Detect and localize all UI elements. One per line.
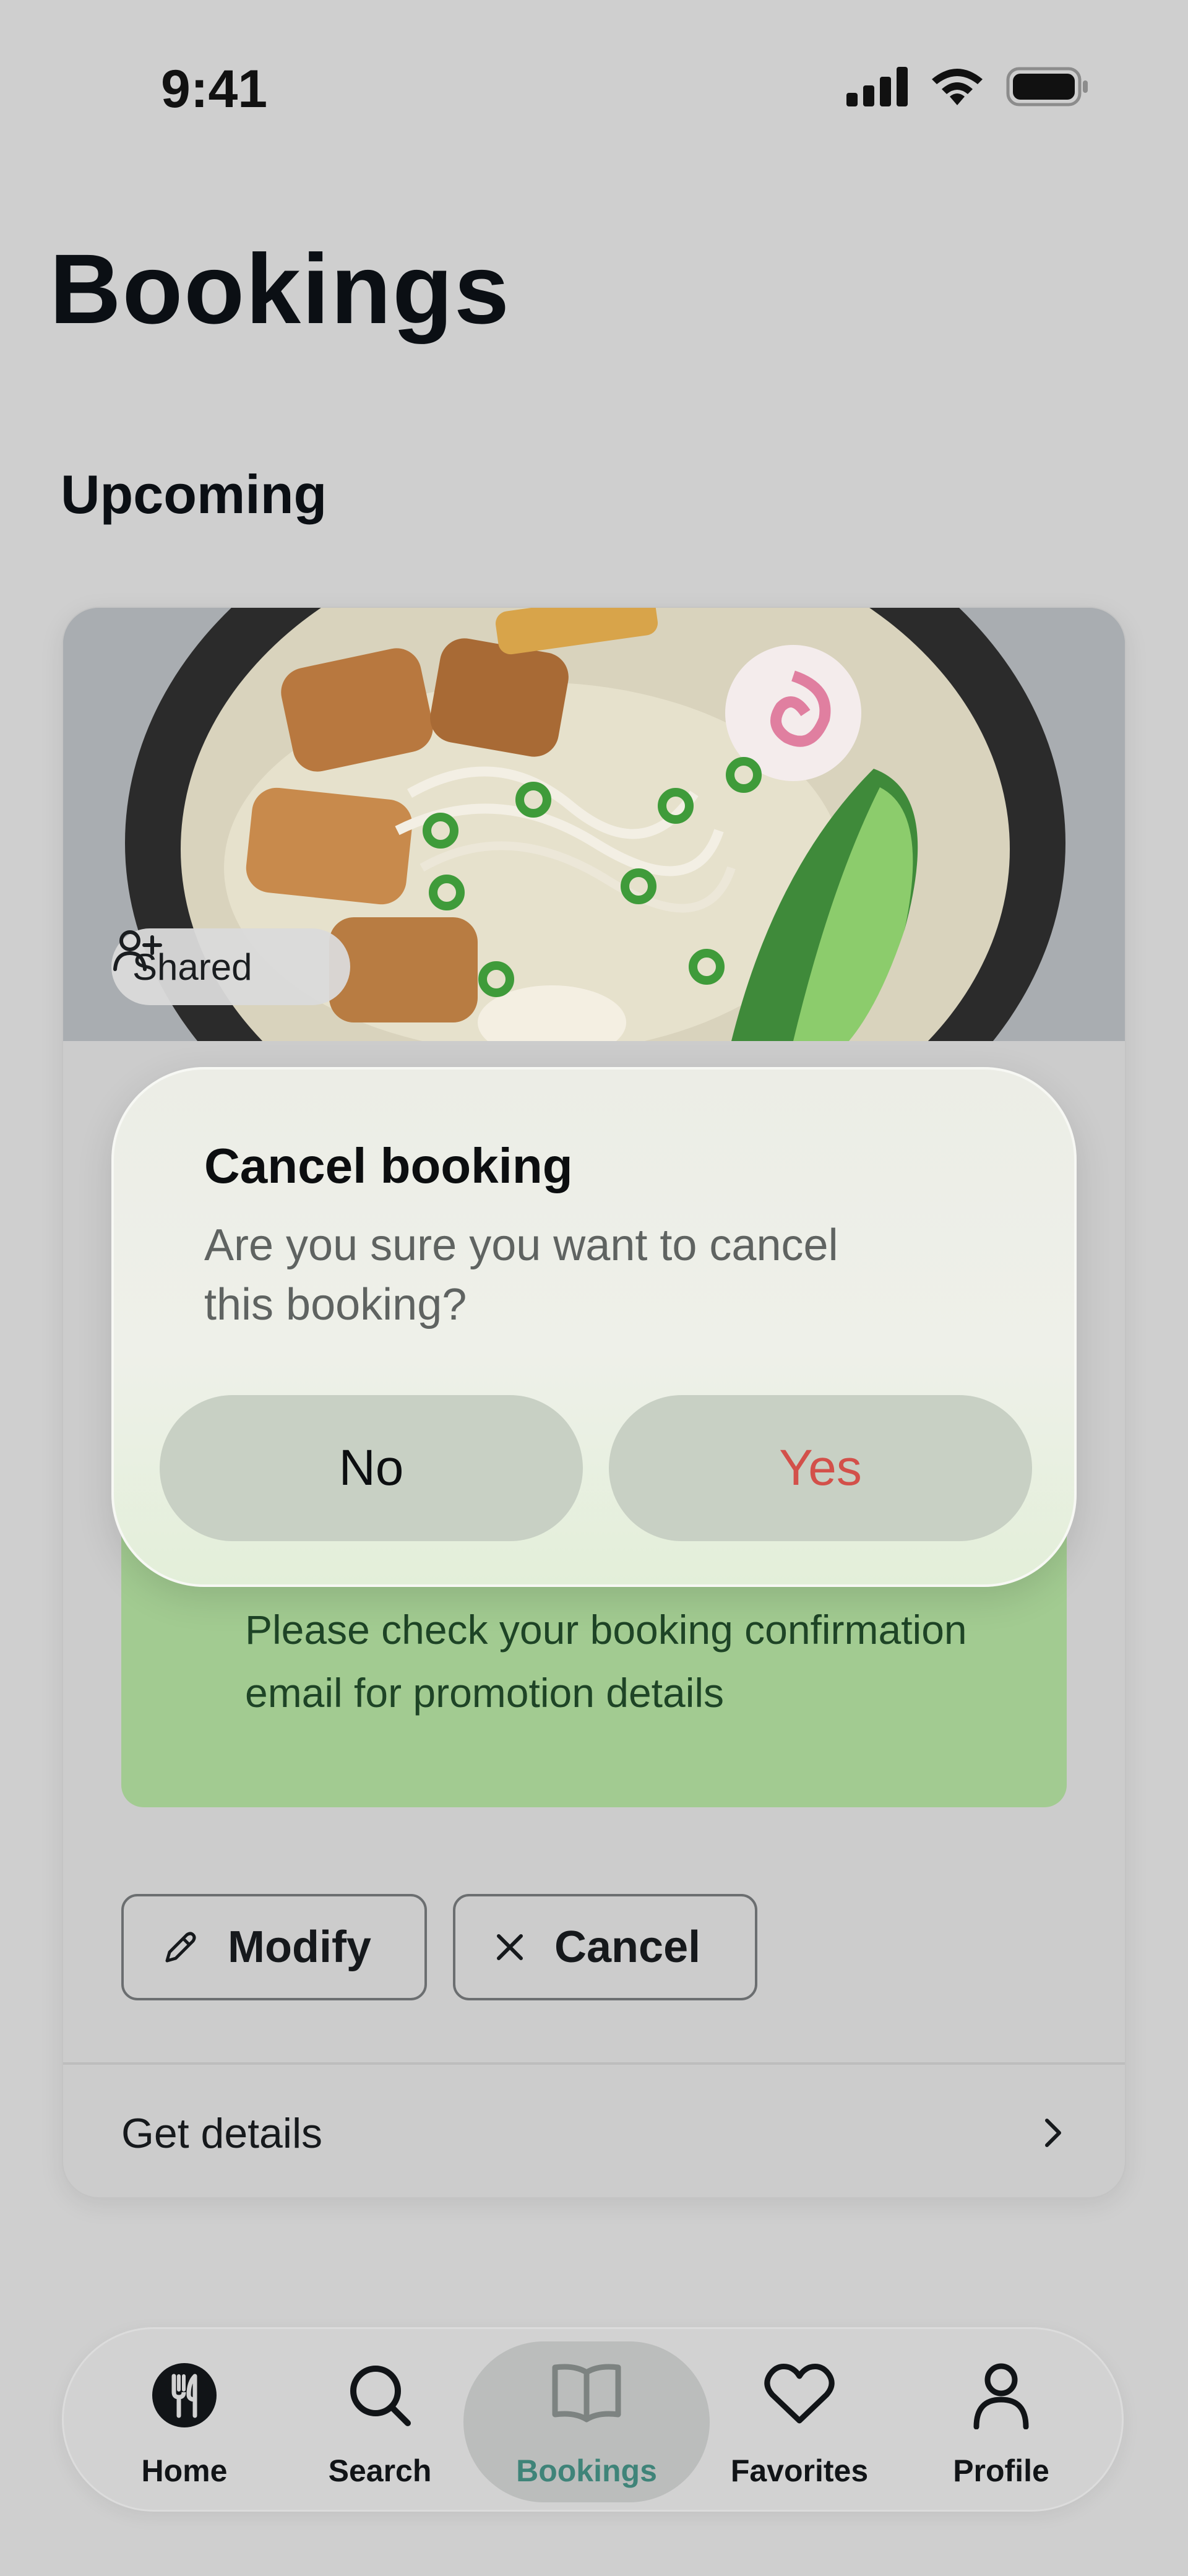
tab-bookings-label: Bookings [516, 2453, 657, 2488]
get-details-label: Get details [121, 2110, 323, 2157]
tab-favorites-label: Favorites [730, 2453, 869, 2488]
tab-profile[interactable]: Profile [899, 2329, 1103, 2513]
dialog-no-button[interactable]: No [160, 1395, 583, 1541]
tab-bar: Home Search Bookings Favorites Profile [62, 2327, 1124, 2512]
cancel-label: Cancel [554, 1922, 701, 1972]
cancel-booking-button[interactable]: Cancel [453, 1894, 757, 2000]
battery-icon [1006, 67, 1088, 106]
person-add-icon [113, 930, 162, 971]
status-icons [846, 67, 1089, 106]
heart-icon [764, 2364, 835, 2424]
shared-chip: Shared [111, 928, 350, 1005]
tab-bookings[interactable]: Bookings [484, 2329, 689, 2513]
cancel-booking-dialog: Cancel booking Are you sure you want to … [111, 1067, 1077, 1587]
page-title: Bookings [50, 233, 510, 344]
tab-search-label: Search [328, 2453, 432, 2488]
restaurant-photo: Shared [63, 608, 1125, 1041]
wifi-icon [932, 69, 983, 105]
close-icon [497, 1934, 523, 1960]
pencil-icon [165, 1932, 196, 1963]
dialog-title: Cancel booking [204, 1138, 573, 1193]
search-icon [350, 2366, 411, 2426]
person-icon [973, 2363, 1029, 2429]
status-bar: 9:41 [0, 0, 1188, 173]
status-time: 9:41 [161, 59, 268, 119]
fork-knife-icon [152, 2363, 217, 2427]
tab-favorites[interactable]: Favorites [697, 2329, 902, 2513]
promo-text: Please check your booking confirmation e… [245, 1607, 967, 1716]
dialog-message: Are you sure you want to cancel this boo… [204, 1221, 838, 1329]
book-icon [552, 2364, 621, 2423]
tab-home[interactable]: Home [82, 2329, 286, 2513]
tab-home-label: Home [141, 2453, 228, 2488]
dialog-yes-button[interactable]: Yes [609, 1395, 1032, 1541]
chevron-right-icon [1045, 2119, 1061, 2147]
get-details-row[interactable]: Get details [63, 2065, 1125, 2197]
modify-label: Modify [228, 1922, 371, 1972]
tab-search[interactable]: Search [278, 2329, 482, 2513]
modify-button[interactable]: Modify [121, 1894, 427, 2000]
cellular-signal-icon [846, 67, 908, 106]
tab-profile-label: Profile [953, 2453, 1049, 2488]
section-title-upcoming: Upcoming [61, 464, 327, 525]
